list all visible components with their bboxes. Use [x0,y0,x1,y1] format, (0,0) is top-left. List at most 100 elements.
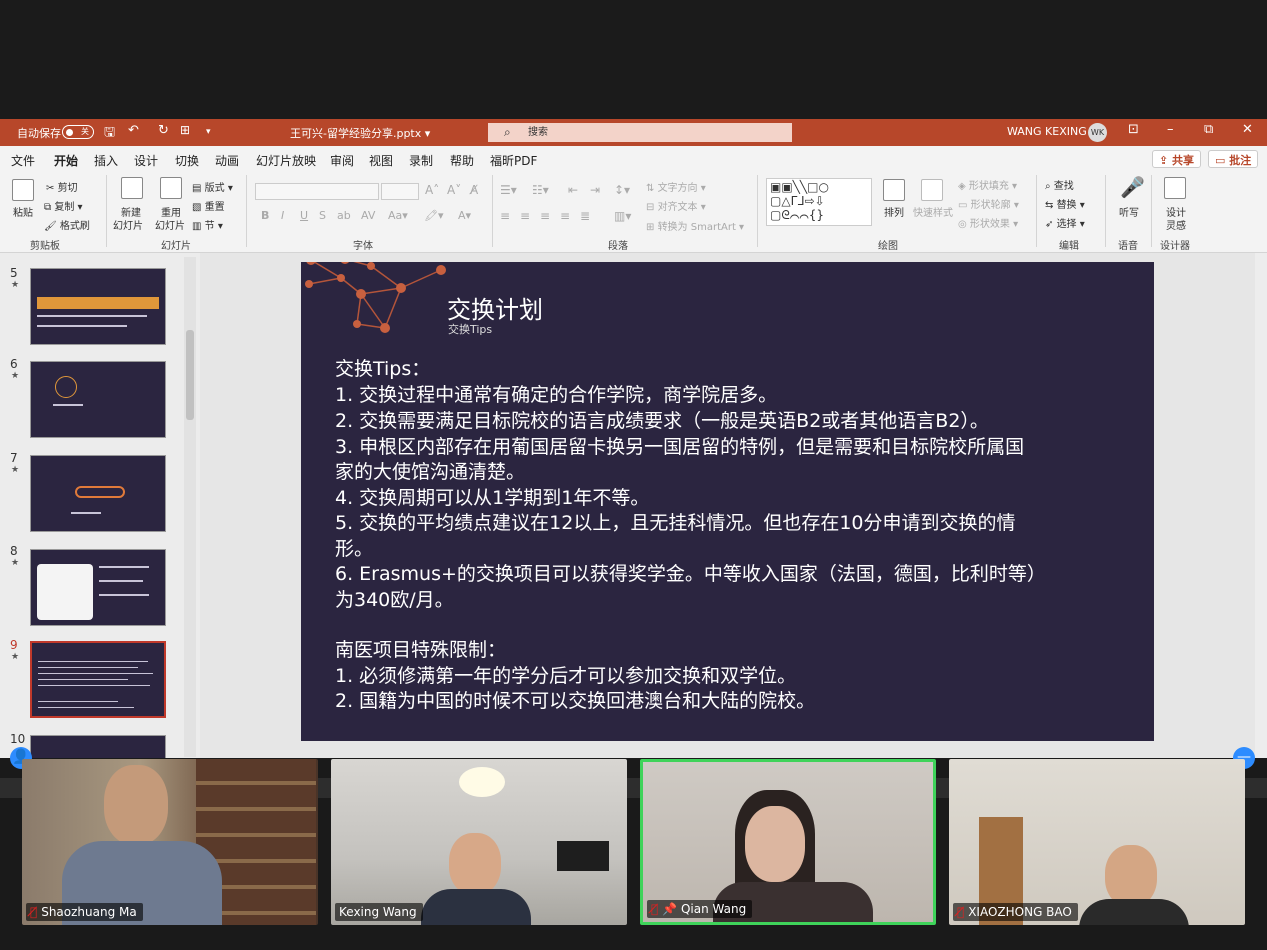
save-icon[interactable]: 🖫 [104,123,115,145]
reset-button[interactable]: ▧ 重置 [192,198,225,213]
section-button[interactable]: ▥ 节 ▾ [192,217,223,232]
document-title[interactable]: 王可兴-留学经验分享.pptx ▾ [290,125,430,141]
redo-icon[interactable]: ↻ [158,123,169,138]
tab-view[interactable]: 视图 [369,152,393,169]
tab-transitions[interactable]: 切换 [175,152,199,169]
align-right-icon[interactable]: ≡ [540,209,550,223]
slide-thumbnail-selected[interactable] [30,641,166,718]
increase-font-icon[interactable]: A˄ [425,183,439,197]
tab-file[interactable]: 文件 [11,152,35,169]
strikethrough-icon[interactable]: ab [337,209,351,222]
increase-indent-icon[interactable]: ⇥ [590,183,600,197]
layout-button[interactable]: ▤ 版式 ▾ [192,179,233,194]
decrease-font-icon[interactable]: A˅ [447,183,461,197]
arrange-button[interactable]: 排列 [884,204,904,219]
autosave-toggle[interactable]: 关 [62,125,94,139]
font-size-select[interactable] [381,183,419,200]
shadow-icon[interactable]: S [319,209,326,222]
cut-button[interactable]: ✂ 剪切 [46,179,78,194]
present-icon[interactable]: ⊞ [180,123,190,137]
clear-format-icon[interactable]: A̸ [470,183,478,197]
tab-record[interactable]: 录制 [409,152,433,169]
italic-icon[interactable]: I [281,209,284,222]
shape-effects-button[interactable]: ◎ 形状效果 ▾ [958,215,1018,230]
tab-animations[interactable]: 动画 [215,152,239,169]
close-icon[interactable]: ✕ [1242,122,1253,137]
share-button[interactable]: ⇪ 共享 [1152,150,1202,168]
video-tile-active-speaker[interactable]: 🎙̸ 📌 Qian Wang [640,759,936,925]
arrange-icon[interactable] [883,179,905,201]
align-text-button[interactable]: ⊟ 对齐文本 ▾ [646,198,706,213]
slide-thumbnail[interactable] [30,361,166,438]
tab-review[interactable]: 审阅 [330,152,354,169]
decrease-indent-icon[interactable]: ⇤ [568,183,578,197]
comments-button[interactable]: ▭ 批注 [1208,150,1259,168]
mic-muted-icon: 🎙̸ [651,902,659,916]
microphone-icon[interactable]: 🎤 [1120,175,1145,199]
tab-insert[interactable]: 插入 [94,152,118,169]
shape-fill-button[interactable]: ◈ 形状填充 ▾ [958,177,1017,192]
columns-icon[interactable]: ▥▾ [614,209,631,223]
slide-thumbnail[interactable] [30,268,166,345]
new-slide-icon[interactable] [121,177,143,199]
animation-star-icon: ★ [11,280,20,290]
tab-foxit-pdf[interactable]: 福昕PDF [490,152,537,169]
shape-outline-button[interactable]: ▭ 形状轮廓 ▾ [958,196,1019,211]
paste-button[interactable]: 粘贴 [13,204,33,219]
avatar[interactable]: WK [1088,123,1107,142]
spacing-icon[interactable]: AV [361,209,375,222]
quick-styles-icon[interactable] [921,179,943,201]
slide-thumbnail[interactable] [30,735,166,759]
format-painter-button[interactable]: 🖌 格式刷 [44,217,90,232]
highlight-icon[interactable]: 🖍▾ [424,209,444,222]
video-tile[interactable]: Kexing Wang [331,759,627,925]
shapes-gallery[interactable]: ▣▣╲╲□○ ▢△ᒥᒧ⇨⇩ ▢ᘓ⌒⌒{} [766,178,872,226]
tab-design[interactable]: 设计 [134,152,158,169]
numbering-icon[interactable]: ☷▾ [532,183,549,197]
font-color-icon[interactable]: A▾ [458,209,471,222]
reuse-label-2[interactable]: 幻灯片 [155,217,185,232]
justify-icon[interactable]: ≡ [560,209,570,223]
slide-thumbnail[interactable] [30,455,166,532]
line-spacing-icon[interactable]: ↕▾ [614,183,630,197]
font-family-select[interactable] [255,183,379,200]
user-name[interactable]: WANG KEXING [1007,125,1087,138]
paste-icon[interactable] [12,179,34,201]
thumbnail-text [99,594,149,596]
tab-slideshow[interactable]: 幻灯片放映 [256,152,316,169]
canvas-scrollbar[interactable] [1255,253,1267,758]
new-slide-label-2[interactable]: 幻灯片 [113,217,143,232]
replace-button[interactable]: ⇆ 替换 ▾ [1045,196,1085,211]
quick-styles-button[interactable]: 快速样式 [913,204,953,219]
customize-qat-icon[interactable]: ▾ [206,127,211,137]
ribbon-display-icon[interactable]: ⊡ [1128,122,1139,137]
distribute-icon[interactable]: ≣ [580,209,590,223]
bullets-icon[interactable]: ☰▾ [500,183,517,197]
text-direction-button[interactable]: ⇅ 文字方向 ▾ [646,179,706,194]
minimize-icon[interactable]: – [1167,122,1174,137]
undo-icon[interactable]: ↶ [128,123,139,138]
video-tile[interactable]: 🎙̸ XIAOZHONG BAO [949,759,1245,925]
tab-help[interactable]: 帮助 [450,152,474,169]
copy-button[interactable]: ⧉ 复制 ▾ [44,198,83,213]
search-box[interactable]: ⌕ 搜索 [488,123,792,142]
tab-home[interactable]: 开始 [54,152,79,173]
find-button[interactable]: ⌕ 查找 [1045,177,1074,192]
select-button[interactable]: ➶ 选择 ▾ [1045,215,1085,230]
designer-icon[interactable] [1164,177,1186,199]
video-tile[interactable]: 🎙̸ Shaozhuang Ma [22,759,318,925]
align-center-icon[interactable]: ≡ [520,209,530,223]
underline-icon[interactable]: U [300,209,308,222]
dictate-button[interactable]: 听写 [1119,204,1139,219]
slide-thumbnail[interactable] [30,549,166,626]
smartart-button[interactable]: ⊞ 转换为 SmartArt ▾ [646,218,744,233]
scrollbar-thumb[interactable] [186,330,194,420]
restore-icon[interactable]: ⧉ [1204,122,1213,137]
animation-star-icon: ★ [11,558,20,568]
change-case-icon[interactable]: Aa▾ [388,209,408,222]
designer-label-2[interactable]: 灵感 [1166,217,1186,232]
reuse-slides-icon[interactable] [160,177,182,199]
current-slide[interactable]: 交换计划 交换Tips 交换Tips： 1. 交换过程中通常有确定的合作学院，商… [301,262,1154,741]
align-left-icon[interactable]: ≡ [500,209,510,223]
bold-icon[interactable]: B [261,209,269,222]
